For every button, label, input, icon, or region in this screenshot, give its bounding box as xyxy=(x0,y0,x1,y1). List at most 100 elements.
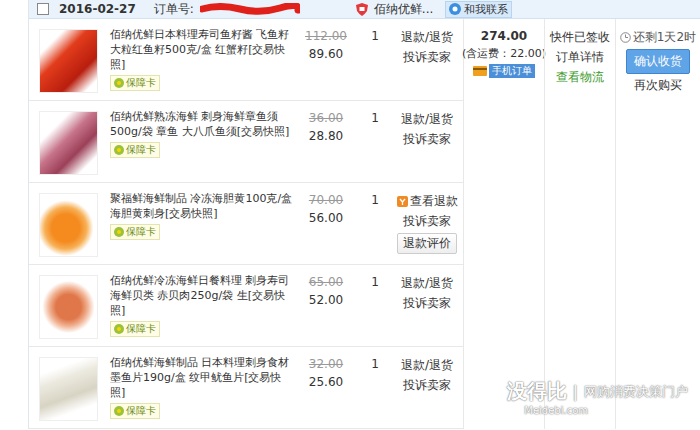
item-photo[interactable] xyxy=(39,193,98,257)
countdown-text: 还剩1天2时 xyxy=(633,29,696,46)
item-quantity: 1 xyxy=(356,347,394,428)
item-photo[interactable] xyxy=(39,357,98,421)
current-price: 89.60 xyxy=(296,47,356,61)
confirm-receipt-button[interactable]: 确认收货 xyxy=(626,49,690,74)
guarantee-badge[interactable]: 保障卡 xyxy=(110,142,160,158)
item-title[interactable]: 佰纳优鲜冷冻海鲜日餐料理 刺身寿司 海鲜贝类 赤贝肉250g/袋 生[交易快照] xyxy=(110,273,296,318)
item-actions: 退款/退货投诉卖家 xyxy=(394,19,460,100)
item-price: 32.00 25.60 xyxy=(296,347,356,428)
watermark-slogan: 网购消费决策门户 xyxy=(584,383,688,401)
buy-again-link[interactable]: 再次购买 xyxy=(634,77,682,94)
clock-icon xyxy=(620,32,631,43)
guarantee-badge[interactable]: 保障卡 xyxy=(110,403,160,419)
badge-label: 保障卡 xyxy=(126,143,156,157)
original-price: 70.00 xyxy=(296,193,356,207)
refund-review-button[interactable]: 退款评价 xyxy=(397,233,457,254)
original-price: 36.00 xyxy=(296,111,356,125)
contact-button[interactable]: 和我联系 xyxy=(445,1,512,18)
original-price: 32.00 xyxy=(296,357,356,371)
snapshot-link[interactable]: [交易快照] xyxy=(237,125,290,138)
watermark: 没得比 | 网购消费决策门户 Meidebi.com xyxy=(507,378,688,416)
card-icon xyxy=(473,66,487,76)
watermark-url: Meidebi.com xyxy=(507,405,588,416)
redaction-mark xyxy=(200,3,300,15)
watermark-logo: 没得比 xyxy=(507,378,567,405)
status-link[interactable]: 查看物流 xyxy=(556,69,604,86)
action-link[interactable]: 投诉卖家 xyxy=(403,49,451,66)
guarantee-icon xyxy=(114,227,124,237)
order-date: 2016-02-27 xyxy=(59,2,136,16)
countdown: 还剩1天2时 xyxy=(620,29,696,46)
order-card: 2016-02-27 订单号: 佰纳优鲜... 和我联系佰纳优鲜日本料理寿司鱼籽酱 飞… xyxy=(28,0,700,429)
watermark-separator: | xyxy=(573,382,578,401)
item-title[interactable]: 佰纳优鲜日本料理寿司鱼籽酱 飞鱼籽 大粒红鱼籽500克/盒 红蟹籽[交易快照] xyxy=(110,27,296,72)
item-info: 佰纳优鲜熟冻海鲜 刺身海鲜章鱼须 500g/袋 章鱼 大八爪鱼须[交易快照] 保障… xyxy=(110,101,296,182)
item-info: 佰纳优鲜海鲜制品 日本料理刺身食材 墨鱼片190g/盒 纹甲鱿鱼片[交易快照] 保… xyxy=(110,347,296,428)
action-link[interactable]: 退款/退货 xyxy=(401,275,453,292)
action-link[interactable]: 退款/退货 xyxy=(401,111,453,128)
item-info: 佰纳优鲜日本料理寿司鱼籽酱 飞鱼籽 大粒红鱼籽500克/盒 红蟹籽[交易快照] 保… xyxy=(110,19,296,100)
snapshot-link[interactable]: [交易快照] xyxy=(110,43,286,71)
item-info: 佰纳优鲜冷冻海鲜日餐料理 刺身寿司 海鲜贝类 赤贝肉250g/袋 生[交易快照]… xyxy=(110,265,296,346)
item-row: 聚福鲜海鲜制品 冷冻海胆黄100克/盒 海胆黄刺身[交易快照] 保障卡 70.00 5… xyxy=(29,183,463,265)
guarantee-icon xyxy=(114,406,124,416)
order-operations: 还剩1天2时确认收货再次购买 xyxy=(615,19,700,429)
item-title[interactable]: 聚福鲜海鲜制品 冷冻海胆黄100克/盒 海胆黄刺身[交易快照] xyxy=(110,191,296,221)
snapshot-link[interactable]: [交易快照] xyxy=(110,371,281,399)
action-link[interactable]: 投诉卖家 xyxy=(403,295,451,312)
item-actions: 退款/退货投诉卖家 xyxy=(394,265,460,346)
item-title[interactable]: 佰纳优鲜熟冻海鲜 刺身海鲜章鱼须 500g/袋 章鱼 大八爪鱼须[交易快照] xyxy=(110,109,296,139)
order-summary: 274.00(含运费：22.00)手机订单 xyxy=(463,19,544,429)
item-row: 佰纳优鲜冷冻海鲜日餐料理 刺身寿司 海鲜贝类 赤贝肉250g/袋 生[交易快照]… xyxy=(29,265,463,347)
item-title[interactable]: 佰纳优鲜海鲜制品 日本料理刺身食材 墨鱼片190g/盒 纹甲鱿鱼片[交易快照] xyxy=(110,355,296,400)
shipping-fee: (含运费：22.00) xyxy=(462,46,546,61)
item-quantity: 1 xyxy=(356,183,394,264)
order-body: 佰纳优鲜日本料理寿司鱼籽酱 飞鱼籽 大粒红鱼籽500克/盒 红蟹籽[交易快照] 保… xyxy=(29,19,700,429)
item-actions: 查看退款投诉卖家退款评价 xyxy=(394,183,460,264)
mobile-order-badge: 手机订单 xyxy=(489,64,535,78)
original-price: 112.00 xyxy=(296,29,356,43)
item-photo[interactable] xyxy=(39,29,98,93)
original-price: 65.00 xyxy=(296,275,356,289)
status-text: 快件已签收 xyxy=(550,29,610,46)
refund-icon xyxy=(397,196,408,207)
action-link[interactable]: 退款/退货 xyxy=(401,357,453,374)
item-info: 聚福鲜海鲜制品 冷冻海胆黄100克/盒 海胆黄刺身[交易快照] 保障卡 xyxy=(110,183,296,264)
shop-icon xyxy=(356,3,368,16)
guarantee-badge[interactable]: 保障卡 xyxy=(110,321,160,337)
action-link[interactable]: 投诉卖家 xyxy=(403,131,451,148)
current-price: 56.00 xyxy=(296,211,356,225)
badge-label: 保障卡 xyxy=(126,322,156,336)
guarantee-icon xyxy=(114,145,124,155)
order-status: 快件已签收订单详情查看物流 xyxy=(544,19,615,429)
guarantee-icon xyxy=(114,78,124,88)
snapshot-link[interactable]: [交易快照] xyxy=(165,207,218,220)
item-photo[interactable] xyxy=(39,275,98,339)
item-row: 佰纳优鲜熟冻海鲜 刺身海鲜章鱼须 500g/袋 章鱼 大八爪鱼须[交易快照] 保障… xyxy=(29,101,463,183)
item-price: 65.0052.00 xyxy=(296,265,356,346)
item-quantity: 1 xyxy=(356,265,394,346)
order-page: 2016-02-27 订单号: 佰纳优鲜... 和我联系佰纳优鲜日本料理寿司鱼籽酱 飞… xyxy=(0,0,700,430)
item-actions: 退款/退货投诉卖家 xyxy=(394,347,460,428)
action-link[interactable]: 投诉卖家 xyxy=(403,213,451,230)
order-checkbox[interactable] xyxy=(37,3,49,15)
current-price: 28.80 xyxy=(296,129,356,143)
order-number-label: 订单号: xyxy=(154,1,194,18)
view-refund-link[interactable]: 查看退款 xyxy=(397,193,458,210)
status-link[interactable]: 订单详情 xyxy=(556,49,604,66)
action-link[interactable]: 退款/退货 xyxy=(401,29,453,46)
mobile-order: 手机订单 xyxy=(473,64,535,78)
guarantee-icon xyxy=(114,324,124,334)
guarantee-badge[interactable]: 保障卡 xyxy=(110,75,160,91)
chat-icon xyxy=(449,3,461,15)
action-link[interactable]: 投诉卖家 xyxy=(403,377,451,394)
guarantee-badge[interactable]: 保障卡 xyxy=(110,224,160,240)
item-quantity: 1 xyxy=(356,101,394,182)
snapshot-link[interactable]: [交易快照] xyxy=(110,289,285,317)
current-price: 25.60 xyxy=(296,375,356,389)
badge-label: 保障卡 xyxy=(126,76,156,90)
shop-name[interactable]: 佰纳优鲜... xyxy=(374,1,433,18)
badge-label: 保障卡 xyxy=(126,225,156,239)
item-photo[interactable] xyxy=(39,111,98,175)
item-price: 70.00 56.00 xyxy=(296,183,356,264)
